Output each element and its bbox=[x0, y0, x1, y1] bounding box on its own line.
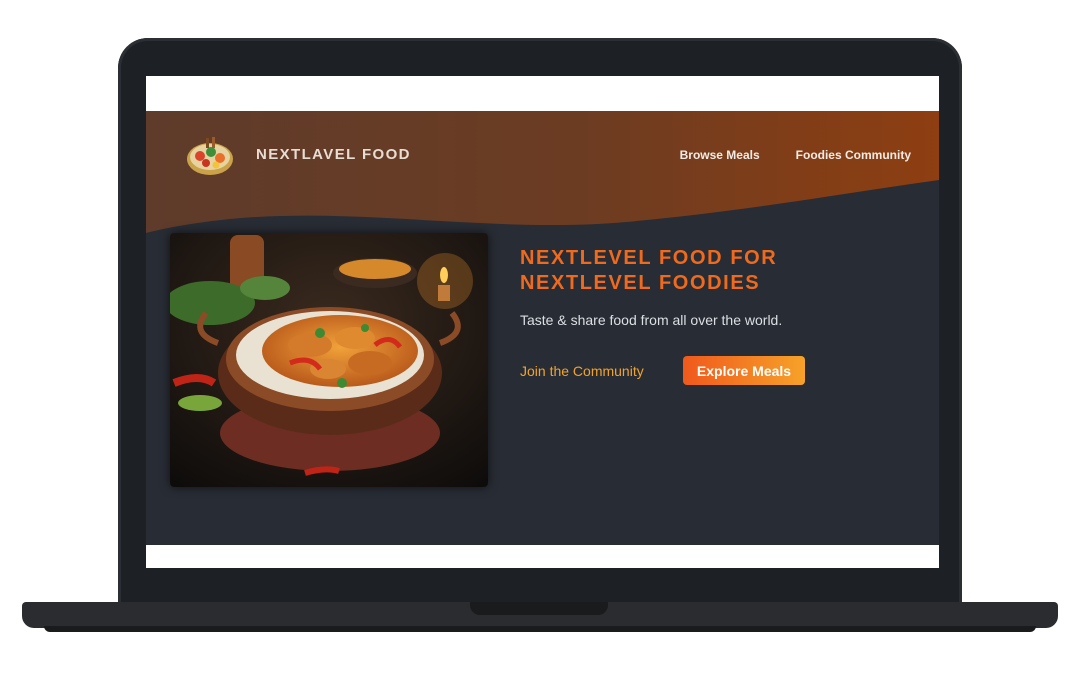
browser-bottom-strip bbox=[146, 545, 939, 568]
logo-food-icon bbox=[187, 137, 233, 175]
explore-meals-button[interactable]: Explore Meals bbox=[683, 356, 805, 385]
nav-browse-meals[interactable]: Browse Meals bbox=[680, 148, 760, 162]
logo-link[interactable] bbox=[184, 132, 236, 178]
hero-title: NEXTLEVEL FOOD FOR NEXTLEVEL FOODIES bbox=[520, 247, 778, 294]
laptop-screen: NEXTLAVEL FOOD Browse Meals Foodies Comm… bbox=[146, 76, 939, 568]
browser-top-strip bbox=[146, 76, 939, 111]
brand-name: NEXTLAVEL FOOD bbox=[256, 146, 411, 163]
laptop-base-shadow bbox=[44, 626, 1036, 632]
main-nav: Browse Meals Foodies Community bbox=[680, 148, 911, 162]
hero-image bbox=[170, 233, 488, 487]
hero-subtitle: Taste & share food from all over the wor… bbox=[520, 312, 783, 328]
laptop-notch bbox=[470, 602, 608, 615]
join-community-link[interactable]: Join the Community bbox=[520, 363, 644, 379]
nav-foodies-community[interactable]: Foodies Community bbox=[796, 148, 911, 162]
curry-dish-icon bbox=[170, 233, 488, 487]
